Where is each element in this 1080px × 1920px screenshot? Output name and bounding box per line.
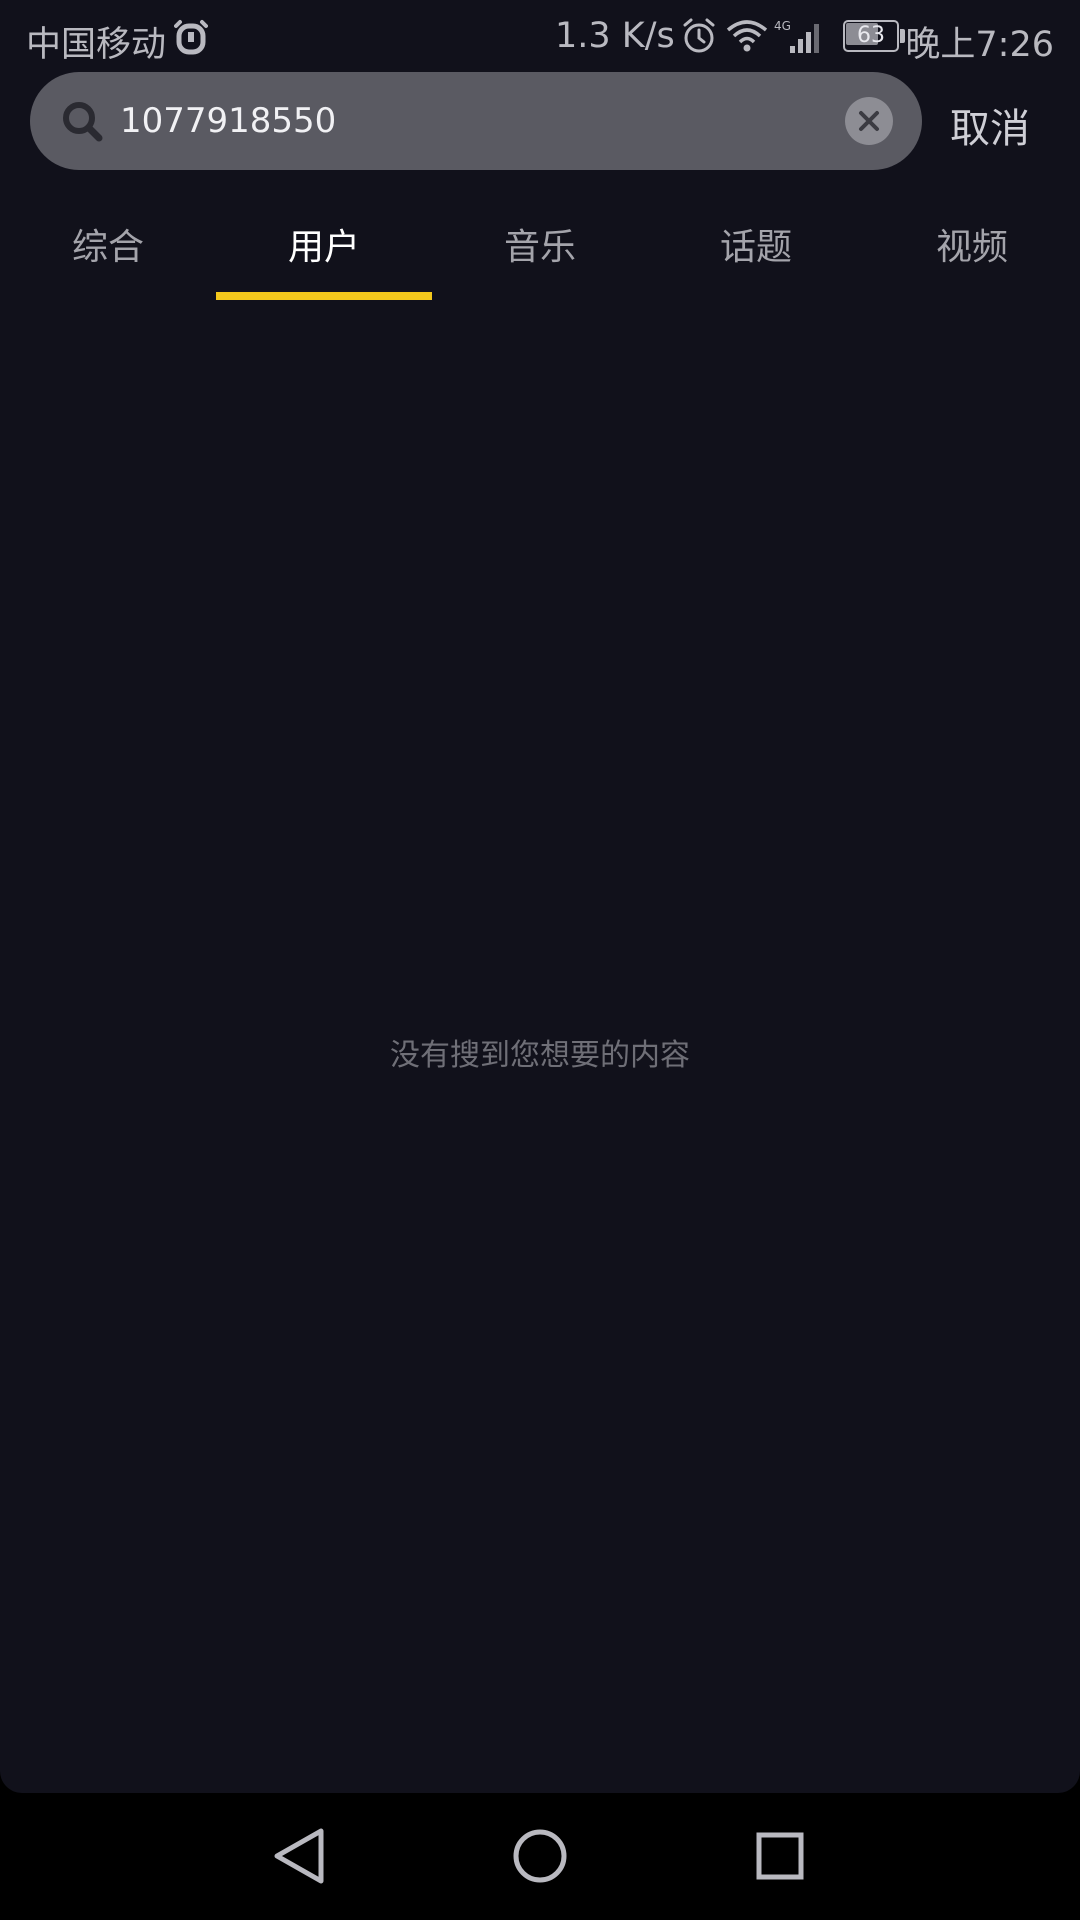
search-input[interactable] [120, 72, 840, 170]
network-type-label: 4G [774, 19, 791, 33]
battery-icon: 63 [843, 20, 905, 52]
empty-state-message: 没有搜到您想要的内容 [390, 1038, 690, 1073]
close-icon [859, 111, 879, 131]
status-bar: 中国移动 1.3 K/s 4G 63 晚上7:26 [0, 0, 1080, 72]
network-speed: 1.3 K/s [555, 16, 675, 56]
tab-videos[interactable]: 视频 [864, 218, 1080, 304]
tab-music[interactable]: 音乐 [432, 218, 648, 304]
clock: 晚上7:26 [905, 25, 1054, 65]
recents-icon[interactable] [745, 1823, 815, 1889]
active-tab-indicator [216, 292, 432, 300]
back-icon[interactable] [263, 1823, 333, 1889]
home-icon[interactable] [505, 1823, 575, 1889]
search-icon [63, 102, 103, 142]
tab-topics[interactable]: 话题 [648, 218, 864, 304]
wifi-icon [726, 20, 768, 52]
cancel-button[interactable]: 取消 [950, 96, 1030, 154]
signal-icon: 4G [774, 19, 819, 53]
alarm-icon [683, 18, 715, 53]
search-screen: 中国移动 1.3 K/s 4G 63 晚上7:26 1077918550 取消 … [0, 0, 1080, 1793]
search-category-tabs: 综合 用户 音乐 话题 视频 [0, 218, 1080, 304]
alarm-app-icon [174, 20, 208, 55]
tab-comprehensive[interactable]: 综合 [0, 218, 216, 304]
system-navigation-bar [0, 1793, 1080, 1920]
battery-level: 63 [857, 23, 885, 48]
carrier-name: 中国移动 [26, 25, 167, 65]
clear-search-button[interactable] [845, 97, 893, 145]
search-box[interactable] [30, 72, 922, 170]
